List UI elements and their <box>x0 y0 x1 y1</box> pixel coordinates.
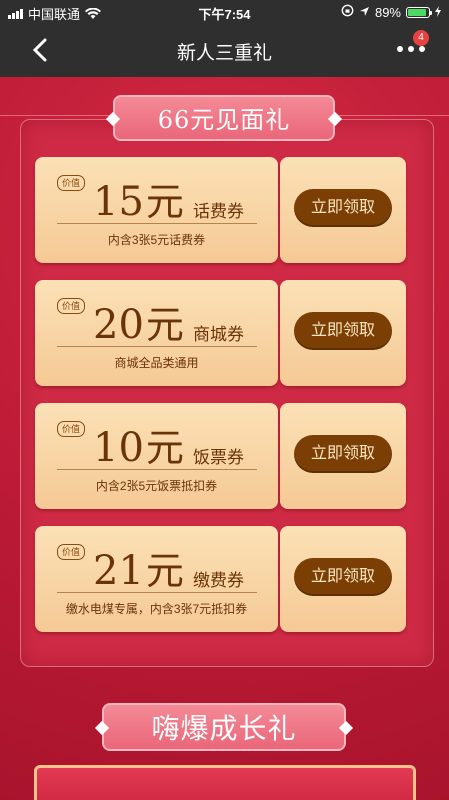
location-icon <box>359 5 370 20</box>
coupon-description: 缴水电煤专属，内含3张7元抵扣券 <box>65 602 248 616</box>
status-right: 89% <box>341 4 441 20</box>
coupon-amount: 20元 <box>93 294 184 349</box>
more-dot-icon <box>419 46 425 52</box>
page-title: 新人三重礼 <box>176 43 272 64</box>
nav-bar: 新人三重礼 4 <box>0 24 449 77</box>
orientation-lock-icon <box>341 4 354 20</box>
coupon-card: 价值 20元 商城券 商城全品类通用 <box>35 280 278 386</box>
amount-unit: 元 <box>145 180 184 224</box>
status-bar: 中国联通 下午7:54 89% <box>0 0 449 24</box>
claim-button[interactable]: 立即领取 <box>294 558 392 596</box>
amount-unit: 元 <box>145 303 184 347</box>
charging-icon <box>435 5 441 20</box>
coupon-card: 价值 10元 饭票券 内含2张5元饭票抵扣券 <box>35 403 278 509</box>
value-tag: 价值 <box>57 298 85 314</box>
more-dot-icon <box>397 46 403 52</box>
coupon-description: 内含2张5元饭票抵扣券 <box>95 479 218 493</box>
more-menu-button[interactable] <box>397 46 425 52</box>
battery-percent: 89% <box>374 4 401 20</box>
claim-button[interactable]: 立即领取 <box>294 435 392 473</box>
value-tag: 价值 <box>57 421 85 437</box>
claim-button[interactable]: 立即领取 <box>294 312 392 350</box>
coupon-name: 饭票券 <box>193 448 244 467</box>
coupon-description: 内含3张5元话费券 <box>107 233 206 247</box>
amount-number: 20 <box>93 302 144 348</box>
coupon-divider <box>57 469 257 470</box>
value-tag: 价值 <box>57 175 85 191</box>
amount-number: 10 <box>93 425 144 471</box>
coupon-card: 价值 15元 话费券 内含3张5元话费券 <box>35 157 278 263</box>
coupon-divider <box>57 346 257 347</box>
coupon-action-area: 立即领取 <box>280 403 406 509</box>
coupon-description: 商城全品类通用 <box>114 356 199 370</box>
battery-icon <box>406 6 432 18</box>
coupon-amount: 10元 <box>93 417 184 472</box>
coupon-action-area: 立即领取 <box>280 526 406 632</box>
coupon-action-area: 立即领取 <box>280 157 406 263</box>
coupon-amount: 15元 <box>93 171 184 226</box>
claim-button[interactable]: 立即领取 <box>294 189 392 227</box>
more-dot-icon <box>408 46 414 52</box>
coupon-divider <box>57 592 257 593</box>
section-title-growth-gift: 嗨爆成长礼 <box>102 703 346 751</box>
coupon-divider <box>57 223 257 224</box>
coupon-name: 话费券 <box>193 202 244 221</box>
coupon-action-area: 立即领取 <box>280 280 406 386</box>
amount-unit: 元 <box>145 549 184 593</box>
coupon-name: 缴费券 <box>193 571 244 590</box>
amount-number: 21 <box>93 548 144 594</box>
amount-number: 15 <box>93 179 144 225</box>
coupon-name: 商城券 <box>193 325 244 344</box>
growth-gift-banner[interactable] <box>34 765 416 800</box>
amount-unit: 元 <box>145 426 184 470</box>
main-content[interactable]: 66元见面礼 价值 15元 话费券 内含3张5元话费券 立即领取 价值 20元 … <box>0 77 449 800</box>
section-title-66-gift: 66元见面礼 <box>113 95 335 141</box>
notification-badge: 4 <box>413 30 429 46</box>
coupon-amount: 21元 <box>93 540 184 595</box>
coupon-card: 价值 21元 缴费券 缴水电煤专属，内含3张7元抵扣券 <box>35 526 278 632</box>
value-tag: 价值 <box>57 544 85 560</box>
